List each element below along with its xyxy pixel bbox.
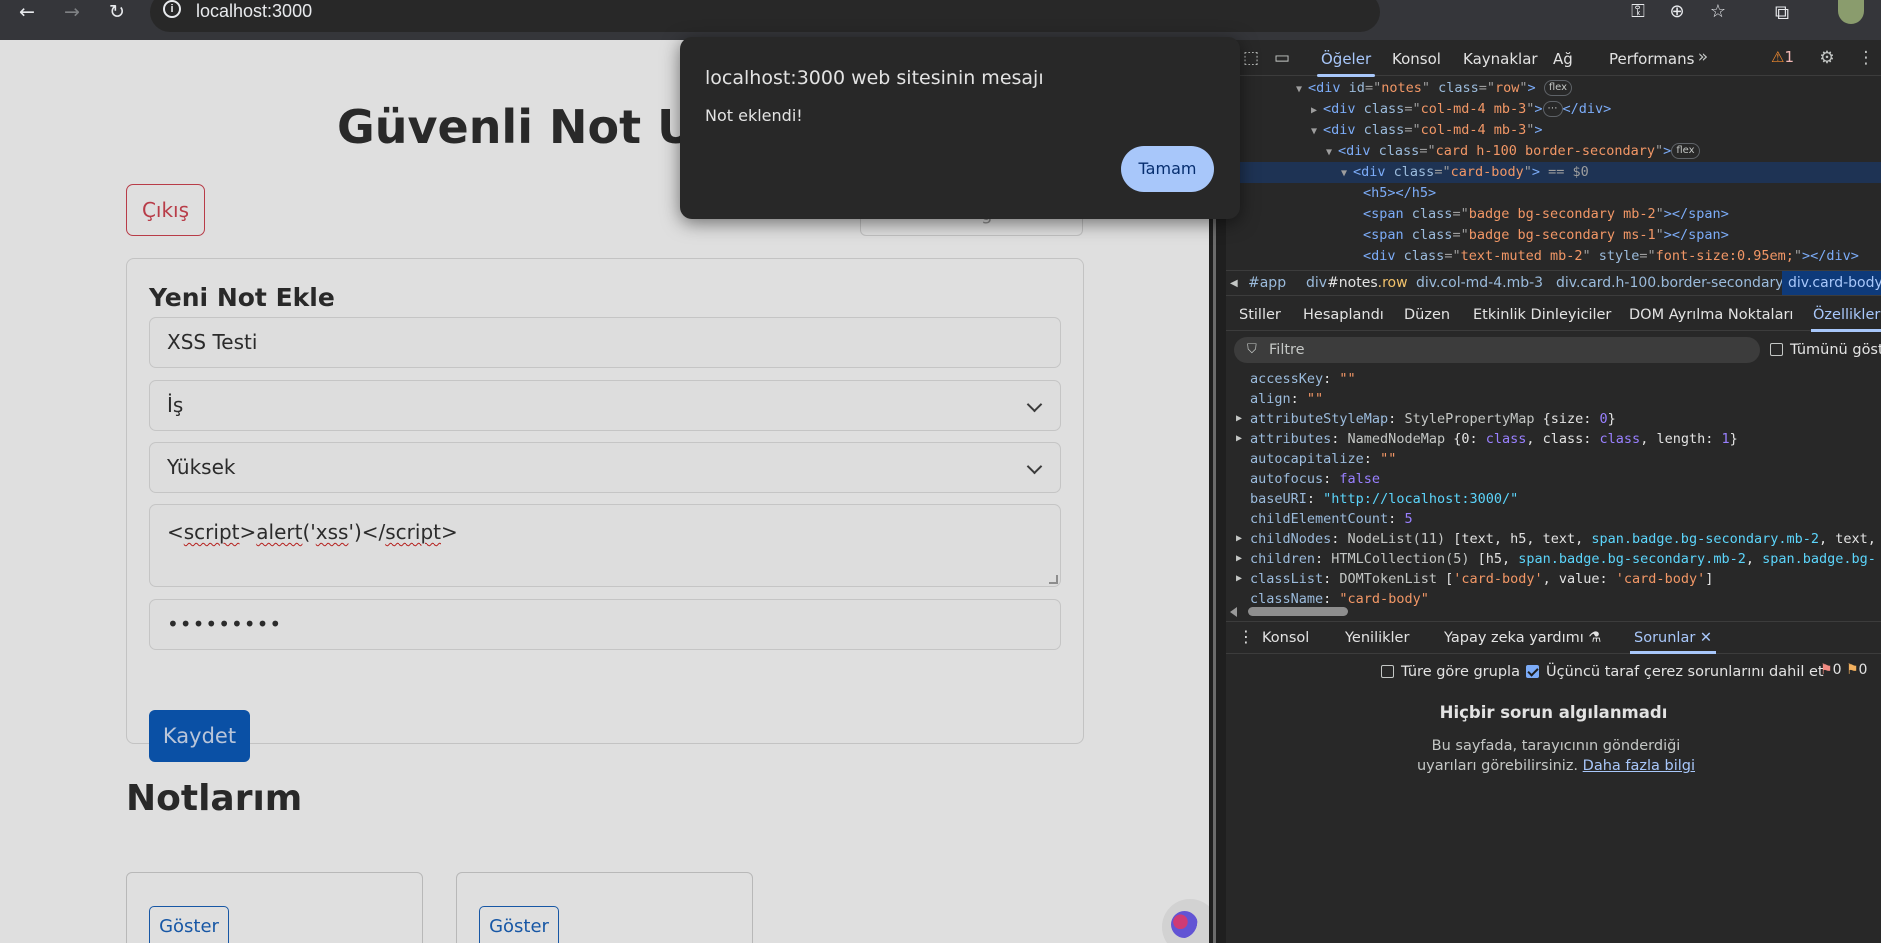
password-key-icon[interactable]: ⚿: [1624, 0, 1652, 24]
tab-computed[interactable]: Hesaplandı: [1303, 307, 1384, 323]
dom-node[interactable]: <h5></h5>: [1363, 183, 1436, 204]
warning-count: 1: [1784, 48, 1794, 66]
devtools-menu-icon[interactable]: ⋮: [1855, 47, 1877, 69]
breadcrumb-item[interactable]: #app: [1248, 275, 1286, 291]
property-row[interactable]: baseURI: "http://localhost:3000/": [1250, 489, 1518, 509]
address-bar[interactable]: i localhost:3000: [150, 0, 1380, 32]
alert-dialog: localhost:3000 web sitesinin mesajı Not …: [680, 37, 1240, 219]
dom-node-selected[interactable]: ▼ <div class="card-body"> == $0: [1226, 162, 1881, 183]
dialog-ok-button[interactable]: Tamam: [1121, 146, 1214, 192]
property-row[interactable]: ▶ attributes: NamedNodeMap {0: class, cla…: [1236, 429, 1738, 449]
property-row[interactable]: ▶ attributeStyleMap: StylePropertyMap {si…: [1236, 409, 1616, 429]
drawer-tab-issues[interactable]: Sorunlar ✕: [1629, 630, 1717, 654]
profile-avatar[interactable]: [1838, 0, 1864, 24]
issue-counts[interactable]: ⚑0 ⚑0: [1820, 662, 1867, 678]
property-row[interactable]: childElementCount: 5: [1250, 509, 1413, 529]
more-tabs-icon[interactable]: »: [1692, 46, 1714, 68]
elements-sidebar-tabs: Stiller Hesaplandı Düzen Etkinlik Dinley…: [1226, 297, 1881, 332]
group-by-type-checkbox[interactable]: [1381, 665, 1394, 678]
dom-node[interactable]: ▼ <div id="notes" class="row"> flex: [1296, 78, 1573, 99]
dom-node[interactable]: <span class="badge bg-secondary ms-1"></…: [1363, 225, 1729, 246]
show-all-checkbox[interactable]: [1770, 343, 1783, 356]
error-flag-icon: ⚑: [1820, 662, 1833, 678]
property-row[interactable]: className: "card-body": [1250, 589, 1429, 609]
lab-flask-icon: ⚗: [1588, 630, 1602, 646]
tab-dom-breakpoints[interactable]: DOM Ayrılma Noktaları: [1629, 307, 1793, 323]
breadcrumb-item[interactable]: div.col-md-4.mb-3: [1416, 275, 1543, 291]
inspect-element-icon[interactable]: ⬚: [1240, 47, 1262, 69]
breadcrumb-item[interactable]: div.card.h-100.border-secondary: [1556, 275, 1784, 291]
learn-more-link[interactable]: Daha fazla bilgi: [1583, 758, 1695, 774]
devtools-panel: ⬚ ▭ Öğeler Konsol Kaynaklar Ağ Performan…: [1226, 40, 1881, 943]
extensions-icon[interactable]: ⧉: [1768, 0, 1796, 24]
device-toolbar-icon[interactable]: ▭: [1271, 47, 1293, 69]
address-url[interactable]: localhost:3000: [196, 1, 312, 22]
dom-node[interactable]: ▶ <div class="col-md-4 mb-3"> ⋯ </div>: [1311, 99, 1611, 120]
drawer-tab-whats-new[interactable]: Yenilikler: [1345, 630, 1409, 646]
dom-node[interactable]: <span class="badge bg-secondary mb-2"></…: [1363, 204, 1729, 225]
devtools-drawer: ⋮ Konsol Yenilikler Yapay zeka yardımı ⚗…: [1226, 621, 1881, 943]
dom-node[interactable]: ▼ <div class="col-md-4 mb-3">: [1311, 120, 1543, 141]
no-issues-text: Bu sayfada, tarayıcının gönderdiği uyarı…: [1416, 738, 1696, 774]
property-row[interactable]: align: "": [1250, 389, 1323, 409]
tab-elements[interactable]: Öğeler: [1316, 50, 1376, 77]
no-issues-title: Hiçbir sorun algılanmadı: [1439, 703, 1668, 722]
third-party-cookies-checkbox[interactable]: [1526, 665, 1539, 678]
drawer-tab-ai-assistance[interactable]: Yapay zeka yardımı ⚗: [1444, 630, 1601, 646]
tab-console[interactable]: Konsol: [1392, 50, 1441, 68]
tab-styles[interactable]: Stiller: [1239, 307, 1281, 323]
bookmark-star-icon[interactable]: ☆: [1704, 0, 1732, 24]
tab-sources[interactable]: Kaynaklar: [1463, 50, 1538, 68]
property-row[interactable]: autocapitalize: "": [1250, 449, 1396, 469]
scroll-left-arrow-icon[interactable]: [1230, 607, 1237, 617]
warning-icon: ⚠: [1771, 48, 1785, 66]
properties-list[interactable]: accessKey: "" align: "" ▶ attributeStyleM…: [1226, 369, 1881, 609]
third-party-cookies-label: Üçüncü taraf çerez sorunlarını dahil et: [1546, 664, 1824, 680]
property-row[interactable]: accessKey: "": [1250, 369, 1356, 389]
zoom-icon[interactable]: ⊕: [1663, 0, 1691, 24]
tab-network[interactable]: Ağ: [1553, 50, 1573, 68]
tab-event-listeners[interactable]: Etkinlik Dinleyiciler: [1473, 307, 1611, 323]
tab-properties[interactable]: Özellikler: [1810, 307, 1881, 332]
reload-button[interactable]: ↻: [101, 0, 133, 24]
property-row[interactable]: ▶ classList: DOMTokenList ['card-body', v…: [1236, 569, 1713, 589]
properties-filter-input[interactable]: ⛉ Filtre: [1234, 337, 1760, 363]
dialog-title: localhost:3000 web sitesinin mesajı: [705, 67, 1044, 89]
tab-layout[interactable]: Düzen: [1404, 307, 1450, 323]
settings-gear-icon[interactable]: ⚙: [1816, 47, 1838, 69]
filter-icon: ⛉: [1247, 342, 1257, 357]
collapsed-ellipsis[interactable]: ⋯: [1542, 101, 1563, 117]
drawer-tab-console[interactable]: Konsol: [1262, 630, 1309, 646]
group-by-type-label: Türe göre grupla: [1401, 664, 1520, 680]
breadcrumb-scroll-left-icon[interactable]: ◀: [1230, 278, 1238, 289]
warning-badge[interactable]: ⚠1: [1771, 48, 1794, 66]
flex-badge[interactable]: flex: [1671, 143, 1700, 159]
filter-placeholder: Filtre: [1269, 342, 1305, 358]
breadcrumb-item-active[interactable]: div.card-body: [1782, 271, 1881, 295]
flex-badge[interactable]: flex: [1543, 80, 1573, 96]
tab-performance[interactable]: Performans: [1609, 50, 1694, 68]
dialog-message: Not eklendi!: [705, 106, 803, 125]
forward-button[interactable]: →: [56, 0, 88, 24]
horizontal-scrollbar[interactable]: [1248, 607, 1348, 616]
dom-node[interactable]: ▼ <div class="card h-100 border-secondary…: [1326, 141, 1700, 162]
property-row[interactable]: autofocus: false: [1250, 469, 1380, 489]
property-row[interactable]: ▶ childNodes: NodeList(11) [text, h5, tex…: [1236, 529, 1876, 549]
devtools-tabbar: ⬚ ▭ Öğeler Konsol Kaynaklar Ağ Performan…: [1226, 40, 1881, 77]
browser-toolbar: ← → ↻ i localhost:3000 ⚿ ⊕ ☆ ⧉: [0, 0, 1881, 40]
warning-flag-icon: ⚑: [1845, 662, 1859, 678]
property-row[interactable]: ▶ children: HTMLCollection(5) [h5, span.b…: [1236, 549, 1876, 569]
close-icon[interactable]: ✕: [1700, 630, 1712, 646]
drawer-menu-icon[interactable]: ⋮: [1238, 627, 1254, 646]
back-button[interactable]: ←: [11, 0, 43, 24]
drawer-tabbar: ⋮ Konsol Yenilikler Yapay zeka yardımı ⚗…: [1226, 622, 1881, 654]
breadcrumb-item[interactable]: div#notes.row: [1306, 275, 1408, 291]
dom-node[interactable]: <div class="text-muted mb-2" style="font…: [1363, 246, 1859, 267]
site-info-icon[interactable]: i: [163, 0, 181, 18]
element-breadcrumbs: ◀ #app div#notes.row div.col-md-4.mb-3 d…: [1226, 270, 1881, 296]
show-all-label: Tümünü göste: [1790, 342, 1881, 358]
